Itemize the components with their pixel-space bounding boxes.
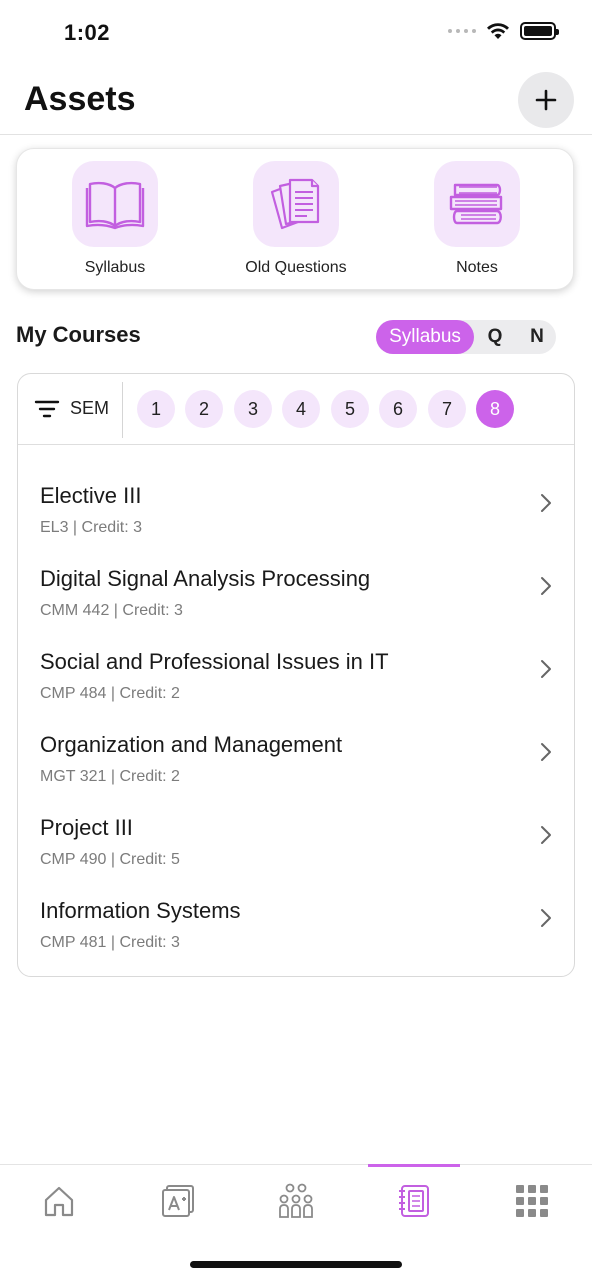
- course-row[interactable]: Organization and Management MGT 321 | Cr…: [18, 732, 574, 815]
- semester-pill-5[interactable]: 5: [331, 390, 369, 428]
- course-name: Project III: [40, 815, 133, 840]
- tab-grades[interactable]: [148, 1177, 208, 1225]
- course-name: Elective III: [40, 483, 142, 508]
- chevron-right-icon: [541, 909, 551, 927]
- course-name: Information Systems: [40, 898, 241, 923]
- chevron-right-icon: [541, 660, 551, 678]
- status-bar: 1:02: [0, 0, 592, 64]
- book-stack-icon: [449, 183, 503, 225]
- course-row[interactable]: Elective III EL3 | Credit: 3: [18, 483, 574, 566]
- semester-pill-7[interactable]: 7: [428, 390, 466, 428]
- tab-home[interactable]: [29, 1177, 89, 1225]
- page-title: Assets: [24, 80, 136, 118]
- active-tab-indicator: [368, 1164, 460, 1167]
- header: Assets: [0, 64, 592, 135]
- status-time: 1:02: [64, 20, 111, 45]
- course-meta: CMP 484 | Credit: 2: [40, 685, 180, 702]
- signal-icon: [448, 29, 476, 33]
- semester-bar: SEM 1 2 3 4 5 6 7 8: [18, 374, 574, 445]
- course-list-card: SEM 1 2 3 4 5 6 7 8 Elective III EL3 | C…: [17, 373, 575, 977]
- grades-icon: [162, 1185, 194, 1217]
- course-meta: EL3 | Credit: 3: [40, 519, 142, 536]
- quick-item-notes[interactable]: Notes: [397, 161, 557, 277]
- quick-label-notes: Notes: [456, 259, 498, 276]
- course-row[interactable]: Project III CMP 490 | Credit: 5: [18, 815, 574, 898]
- semester-pill-2[interactable]: 2: [185, 390, 223, 428]
- semester-pill-6[interactable]: 6: [379, 390, 417, 428]
- segment-n[interactable]: N: [522, 320, 552, 354]
- quick-label-syllabus: Syllabus: [84, 259, 146, 276]
- chevron-right-icon: [541, 577, 551, 595]
- semester-filter-button[interactable]: SEM: [34, 398, 109, 419]
- course-row[interactable]: Social and Professional Issues in IT CMP…: [18, 649, 574, 732]
- quick-access-card: Syllabus Old Questions Notes: [16, 148, 574, 290]
- course-row[interactable]: Digital Signal Analysis Processing CMM 4…: [18, 566, 574, 649]
- tab-apps[interactable]: [502, 1177, 562, 1225]
- home-icon: [44, 1186, 74, 1217]
- tab-notebook[interactable]: [384, 1177, 444, 1225]
- course-name: Organization and Management: [40, 732, 343, 757]
- plus-icon: [535, 89, 557, 111]
- course-meta: CMM 442 | Credit: 3: [40, 602, 183, 619]
- status-indicators: [448, 22, 559, 40]
- semester-pill-3[interactable]: 3: [234, 390, 272, 428]
- segment-syllabus[interactable]: Syllabus: [376, 320, 474, 354]
- quick-item-old-questions[interactable]: Old Questions: [216, 161, 376, 277]
- divider: [122, 382, 123, 438]
- chevron-right-icon: [541, 494, 551, 512]
- section-title: My Courses: [16, 322, 141, 347]
- chevron-right-icon: [541, 826, 551, 844]
- semester-pill-1[interactable]: 1: [137, 390, 175, 428]
- course-row[interactable]: Information Systems CMP 481 | Credit: 3: [18, 898, 574, 981]
- notebook-icon: [399, 1185, 429, 1217]
- home-indicator[interactable]: [190, 1261, 402, 1268]
- segment-q[interactable]: Q: [480, 320, 510, 354]
- apps-grid-icon: [516, 1185, 548, 1217]
- battery-icon: [520, 22, 559, 40]
- tab-community[interactable]: [266, 1177, 326, 1225]
- course-meta: CMP 481 | Credit: 3: [40, 934, 180, 951]
- quick-label-old-questions: Old Questions: [245, 259, 347, 276]
- course-meta: CMP 490 | Credit: 5: [40, 851, 180, 868]
- semester-pill-4[interactable]: 4: [282, 390, 320, 428]
- segmented-control: Syllabus Q N: [376, 320, 556, 354]
- quick-item-syllabus[interactable]: Syllabus: [35, 161, 195, 277]
- semester-label: SEM: [70, 398, 110, 418]
- course-name: Digital Signal Analysis Processing: [40, 566, 371, 591]
- chevron-right-icon: [541, 743, 551, 761]
- wifi-icon: [487, 23, 509, 39]
- course-meta: MGT 321 | Credit: 2: [40, 768, 180, 785]
- open-book-icon: [85, 181, 145, 230]
- filter-icon: [34, 400, 60, 417]
- community-icon: [279, 1183, 313, 1218]
- semester-pill-8[interactable]: 8: [476, 390, 514, 428]
- documents-icon: [270, 178, 320, 230]
- add-button[interactable]: [518, 72, 574, 128]
- course-name: Social and Professional Issues in IT: [40, 649, 389, 674]
